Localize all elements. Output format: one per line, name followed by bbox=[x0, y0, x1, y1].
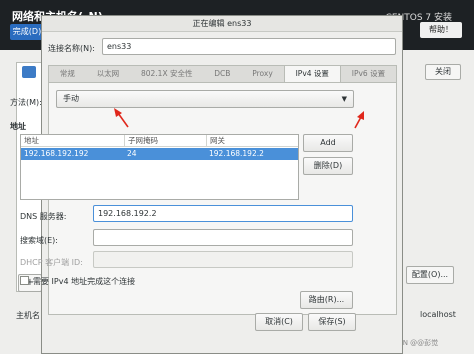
annotation-arrow-method bbox=[114, 108, 129, 128]
annotation-arrows bbox=[114, 108, 364, 129]
annotation-arrow-add bbox=[354, 111, 364, 129]
